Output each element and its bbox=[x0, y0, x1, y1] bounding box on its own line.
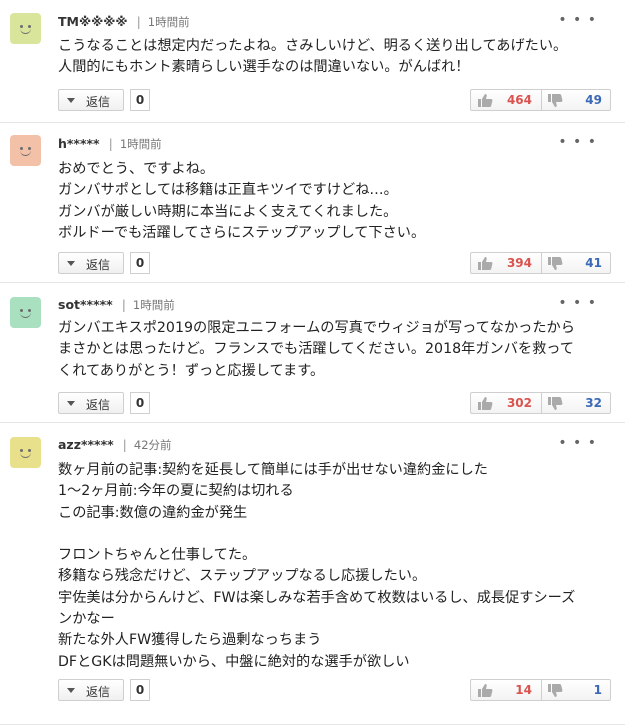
comment-meta: h***** | 1時間前 bbox=[58, 136, 162, 151]
chevron-down-icon bbox=[67, 401, 75, 406]
vote-buttons: 394 41 bbox=[470, 252, 611, 274]
comment-meta: sot***** | 1時間前 bbox=[58, 297, 175, 312]
reply-label: 返信 bbox=[86, 685, 111, 699]
comment-line: DFとGKは問題無いから、中盤に絶対的な選手が欲しい bbox=[58, 653, 410, 670]
comment-line: 1～2ヶ月前:今年の夏に契約は切れる bbox=[58, 483, 294, 500]
comment-line: ガンバが厳しい時期に本当によく支えてくれました。 bbox=[58, 203, 398, 220]
comment-line: おめでとう、ですよね。 bbox=[58, 161, 215, 177]
comment-line: 人間的にもホント素晴らしい選手なのは間違いない。がんばれ！ bbox=[58, 59, 470, 76]
comment-actions: 返信 0 302 32 bbox=[58, 392, 611, 414]
reply-button[interactable]: 返信 bbox=[58, 252, 124, 274]
comment-text: おめでとう、ですよね。ガンバサポとしては移籍は正直キツイですけどね…。 ガンバが厳… bbox=[58, 159, 613, 244]
dislike-count: 1 bbox=[593, 683, 602, 697]
comment-username[interactable]: azz***** bbox=[58, 437, 114, 452]
like-button[interactable]: 14 bbox=[471, 680, 542, 700]
comment: h***** | 1時間前 • • • おめでとう、ですよね。ガンバサポとしては移籍… bbox=[0, 123, 625, 283]
comment-timestamp: 1時間前 bbox=[147, 15, 190, 29]
reply-count: 0 bbox=[130, 252, 150, 274]
comment-actions: 返信 0 14 1 bbox=[58, 679, 611, 701]
dislike-button[interactable]: 1 bbox=[541, 680, 611, 700]
comment-username[interactable]: h***** bbox=[58, 136, 100, 151]
comment-timestamp: 42分前 bbox=[133, 438, 172, 452]
comment-timestamp: 1時間前 bbox=[119, 137, 162, 151]
comment-line: この記事:数億の違約金が発生 bbox=[58, 504, 248, 521]
reply-count: 0 bbox=[130, 679, 150, 701]
more-options-icon[interactable]: • • • bbox=[558, 134, 597, 150]
comment-line: 新たな外人FW獲得したら過剰なっちまう bbox=[58, 632, 322, 649]
smiley-avatar-icon bbox=[10, 437, 41, 468]
reply-label: 返信 bbox=[86, 95, 111, 109]
dislike-button[interactable]: 41 bbox=[541, 253, 611, 273]
reply-label: 返信 bbox=[86, 398, 111, 412]
smiley-avatar-icon bbox=[10, 297, 41, 328]
comment: TM※※※※ | 1時間前 • • • こうなることは想定内だったよね。さみしいけど… bbox=[0, 0, 625, 123]
reply-count: 0 bbox=[130, 392, 150, 414]
like-button[interactable]: 394 bbox=[471, 253, 542, 273]
comment-meta: azz***** | 42分前 bbox=[58, 437, 172, 452]
reply-button[interactable]: 返信 bbox=[58, 392, 124, 414]
comment-text: 数ヶ月前の記事:契約を延長して簡単には手が出せない違約金にした 1～2ヶ月前:今年… bbox=[58, 460, 613, 673]
comment-line: ンかなー bbox=[58, 611, 115, 628]
comment-text: こうなることは想定内だったよね。さみしいけど、明るく送り出してあげたい。 人間的に… bbox=[58, 36, 613, 79]
reply-label: 返信 bbox=[86, 258, 111, 272]
dislike-count: 49 bbox=[585, 93, 602, 107]
comment-text: ガンバエキスポ2019の限定ユニフォームの写真でウィジョが写ってなかったから まさ… bbox=[58, 318, 613, 382]
smiley-avatar-icon bbox=[10, 135, 41, 166]
comment-actions: 返信 0 464 49 bbox=[58, 89, 611, 111]
like-count: 302 bbox=[506, 396, 532, 410]
more-options-icon[interactable]: • • • bbox=[558, 435, 597, 451]
dislike-count: 41 bbox=[585, 256, 602, 270]
comment-line: ガンバサポとしては移籍は正直キツイですけどね…。 bbox=[58, 182, 398, 199]
comment-line bbox=[58, 524, 613, 545]
comment-line: こうなることは想定内だったよね。さみしいけど、明るく送り出してあげたい。 bbox=[58, 38, 568, 54]
comment-line: ガンバエキスポ2019の限定ユニフォームの写真でウィジョが写ってなかったから bbox=[58, 320, 575, 336]
reply-count: 0 bbox=[130, 89, 150, 111]
comment-line: くれてありがとう！ずっと応援してます。 bbox=[58, 362, 325, 379]
comment: azz***** | 42分前 • • • 数ヶ月前の記事:契約を延長して簡単には手… bbox=[0, 423, 625, 725]
comment-actions: 返信 0 394 41 bbox=[58, 252, 611, 274]
vote-buttons: 464 49 bbox=[470, 89, 611, 111]
dislike-count: 32 bbox=[585, 396, 602, 410]
chevron-down-icon bbox=[67, 98, 75, 103]
comment-line: まさかとは思ったけど。フランスでも活躍してください。2018年ガンバを救って bbox=[58, 341, 574, 358]
chevron-down-icon bbox=[67, 261, 75, 266]
vote-buttons: 14 1 bbox=[470, 679, 611, 701]
comment-line: 宇佐美は分からんけど、FWは楽しみな若手含めて枚数はいるし、成長促すシーズ bbox=[58, 589, 576, 606]
comment-list: TM※※※※ | 1時間前 • • • こうなることは想定内だったよね。さみしいけど… bbox=[0, 0, 625, 725]
like-count: 394 bbox=[506, 256, 532, 270]
comment-username[interactable]: TM※※※※ bbox=[58, 14, 128, 29]
comment: sot***** | 1時間前 • • • ガンバエキスポ2019の限定ユニフォーム… bbox=[0, 283, 625, 423]
dislike-button[interactable]: 32 bbox=[541, 393, 611, 413]
more-options-icon[interactable]: • • • bbox=[558, 295, 597, 311]
like-count: 464 bbox=[506, 93, 532, 107]
like-count: 14 bbox=[515, 683, 532, 697]
like-button[interactable]: 302 bbox=[471, 393, 542, 413]
smiley-avatar-icon bbox=[10, 13, 41, 44]
comment-username[interactable]: sot***** bbox=[58, 297, 113, 312]
reply-button[interactable]: 返信 bbox=[58, 679, 124, 701]
comment-line: フロントちゃんと仕事してた。 bbox=[58, 547, 257, 564]
chevron-down-icon bbox=[67, 688, 75, 693]
comment-line: 数ヶ月前の記事:契約を延長して簡単には手が出せない違約金にした bbox=[58, 462, 488, 478]
comment-line: ボルドーでも活躍してさらにステップアップして下さい。 bbox=[58, 224, 426, 241]
comment-timestamp: 1時間前 bbox=[132, 298, 175, 312]
like-button[interactable]: 464 bbox=[471, 90, 542, 110]
dislike-button[interactable]: 49 bbox=[541, 90, 611, 110]
vote-buttons: 302 32 bbox=[470, 392, 611, 414]
more-options-icon[interactable]: • • • bbox=[558, 12, 597, 28]
comment-meta: TM※※※※ | 1時間前 bbox=[58, 14, 190, 29]
reply-button[interactable]: 返信 bbox=[58, 89, 124, 111]
comment-line: 移籍なら残念だけど、ステップアップなるし応援したい。 bbox=[58, 568, 427, 585]
